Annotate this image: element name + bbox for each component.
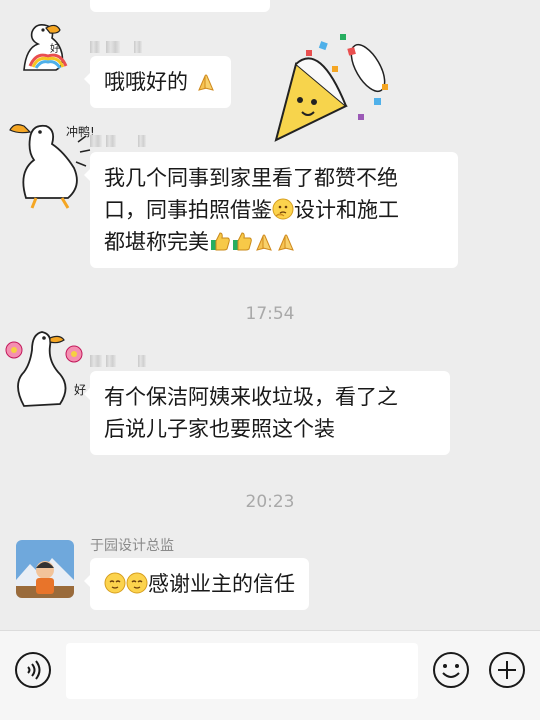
message-text-line: 后说儿子家也要照这个装 [104,417,335,441]
message-text-line: 都堪称完美 [104,226,444,258]
thumbs-up-icon [233,232,252,251]
avatar-goose-flowers[interactable]: 好 [0,314,90,414]
avatar-photo-icon [16,540,74,598]
message-text-line: 有个保洁阿姨来收垃圾，看了之 [104,385,398,409]
message-bubble[interactable]: 哦哦好的 [84,56,231,108]
thumbs-up-icon [211,232,230,251]
avatar-goose-rainbow[interactable]: 好 [16,18,74,76]
voice-icon[interactable] [14,651,52,689]
emoji-icon[interactable] [432,651,470,689]
smirk-face-icon [104,572,126,594]
message-bubble[interactable]: 有个保洁阿姨来收垃圾，看了之 后说儿子家也要照这个装 [84,371,450,455]
message-text: 设计和施工 [294,198,399,222]
input-toolbar [0,630,540,720]
message-text: 感谢业主的信任 [148,572,295,596]
plus-icon[interactable] [488,651,526,689]
party-popper-sticker-icon [274,34,388,142]
sender-name-blurred [90,352,146,370]
sender-name-blurred [90,38,142,56]
sender-name-blurred [90,132,146,150]
message-bubble[interactable]: 感谢业主的信任 [84,558,309,610]
message-text: 口，同事拍照借鉴 [104,198,272,222]
thinking-face-icon [272,198,294,220]
message-bubble-partial[interactable] [90,0,270,12]
sticker-label: 好 [50,43,60,55]
praying-hands-icon [278,234,294,251]
message-text-line: 口，同事拍照借鉴 设计和施工 [104,194,444,226]
message-text: 都堪称完美 [104,230,209,254]
goose-rainbow-sticker-icon: 好 [23,24,68,71]
goose-flowers-sticker-icon: 好 [5,331,86,407]
goose-running-sticker-icon: 冲鸭! [9,124,95,209]
sender-name: 于园设计总监 [90,538,174,554]
praying-hands-icon [256,234,272,251]
message-bubble[interactable]: 我几个同事到家里看了都赞不绝 口，同事拍照借鉴 设计和施工 都堪称完美 [84,152,458,268]
message-text-line: 我几个同事到家里看了都赞不绝 [104,166,398,190]
avatar-goose-running[interactable]: 冲鸭! [6,112,96,212]
message-input[interactable] [66,643,418,699]
timestamp: 20:23 [245,492,295,512]
avatar-photo[interactable] [16,540,74,598]
message-text: 哦哦好的 [104,70,188,94]
chat-screen: 好 哦哦好的 冲鸭! 我几个同事到家里看了都赞不绝 口，同事拍照借鉴 设计和施工… [0,0,540,720]
praying-hands-icon [197,74,214,91]
smirk-face-icon [126,572,148,594]
